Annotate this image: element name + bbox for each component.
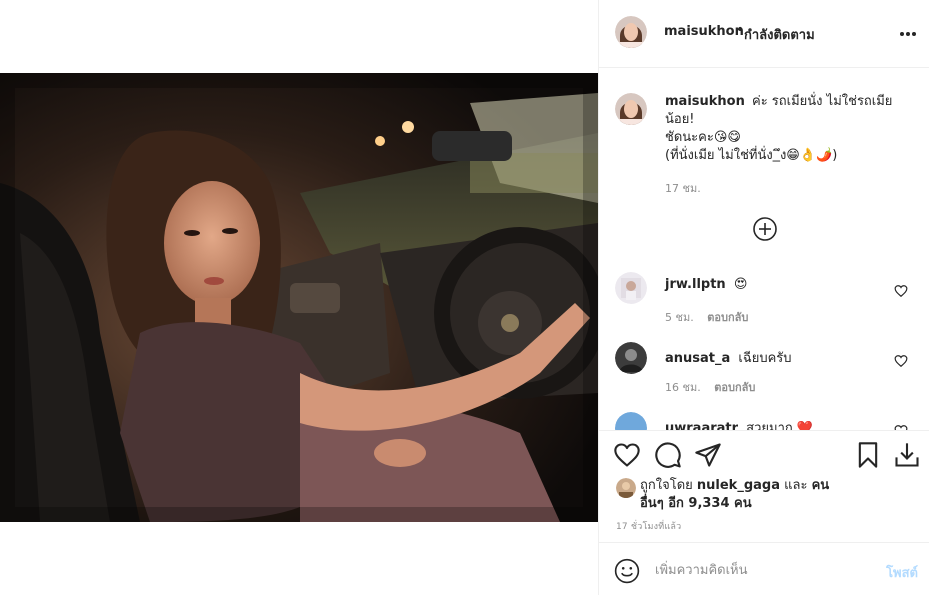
post-header: maisukhon • กำลังติดตาม: [599, 0, 929, 68]
post-caption: maisukhon ค่ะ รถเมียนั่ง ไม่ใช่รถเมียน้อ…: [665, 93, 895, 165]
comment-input[interactable]: [655, 557, 865, 583]
comment-text: jrw.llptn 😍: [665, 277, 747, 292]
comment-username[interactable]: jrw.llptn: [665, 277, 726, 292]
comment-row: anusat_a เฉียบครับ 16 ชม. ตอบกลับ: [599, 342, 929, 404]
post-timestamp: 17 ชั่วโมงที่แล้ว: [616, 522, 682, 532]
avatar[interactable]: [615, 16, 647, 48]
post-side-panel: maisukhon • กำลังติดตาม maisukhon ค่ะ รถ…: [598, 0, 929, 595]
comment-time: 5 ชม.: [665, 311, 694, 324]
post-photo[interactable]: [0, 73, 598, 522]
post-comment-button[interactable]: โพสต์: [886, 562, 918, 583]
emoji-smiley-icon[interactable]: [614, 558, 640, 584]
post-actions: ถูกใจโดย nulek_gaga และ คนอื่นๆ อีก 9,33…: [599, 430, 929, 542]
avatar[interactable]: [615, 93, 647, 125]
heart-icon[interactable]: [894, 283, 908, 298]
comment-bubble-icon[interactable]: [654, 441, 682, 469]
reply-button[interactable]: ตอบกลับ: [707, 311, 748, 324]
avatar[interactable]: [615, 272, 647, 304]
heart-icon[interactable]: [894, 423, 908, 430]
avatar[interactable]: [616, 478, 636, 498]
avatar[interactable]: [615, 342, 647, 374]
media-column: [0, 0, 598, 595]
comment-meta: 5 ชม. ตอบกลับ: [665, 308, 748, 326]
comment-body: 😍: [733, 277, 748, 292]
caption-line-3: (ที่นั่งเมีย ไม่ใช่ที่นั่ง_ึง😁👌🌶️): [665, 148, 838, 163]
heart-icon[interactable]: [894, 353, 908, 368]
comment-body: เฉียบครับ: [738, 351, 792, 366]
caption-time: 17 ชม.: [665, 182, 701, 195]
comment-username[interactable]: uwraaratr: [665, 421, 738, 430]
comments-section[interactable]: maisukhon ค่ะ รถเมียนั่ง ไม่ใช่รถเมียน้อ…: [599, 69, 929, 430]
comment-text: uwraaratr สวยมาก ❤️: [665, 417, 813, 430]
bookmark-icon[interactable]: [854, 441, 882, 469]
comment-meta: 16 ชม. ตอบกลับ: [665, 378, 755, 396]
likes-prefix: ถูกใจโดย: [640, 478, 693, 493]
avatar[interactable]: [615, 412, 647, 430]
likes-conjunction: และ: [784, 478, 808, 493]
add-comment-bar: โพสต์: [599, 542, 929, 595]
comment-text: anusat_a เฉียบครับ: [665, 347, 792, 368]
comment-row: jrw.llptn 😍 5 ชม. ตอบกลับ: [599, 272, 929, 334]
more-options-icon[interactable]: [898, 24, 918, 44]
reply-button[interactable]: ตอบกลับ: [714, 381, 755, 394]
following-button[interactable]: กำลังติดตาม: [744, 24, 815, 45]
plus-circle-icon[interactable]: [753, 217, 777, 241]
download-icon[interactable]: [893, 441, 921, 469]
caption-line-2: ชัดนะคะ😘😋: [665, 130, 741, 145]
post-author-username[interactable]: maisukhon: [664, 24, 744, 39]
comment-body: สวยมาก ❤️: [746, 421, 814, 430]
likes-text: ถูกใจโดย nulek_gaga และ คนอื่นๆ อีก 9,33…: [640, 477, 850, 513]
paper-plane-icon[interactable]: [694, 441, 722, 469]
comment-time: 16 ชม.: [665, 381, 701, 394]
caption-username[interactable]: maisukhon: [665, 94, 745, 109]
comment-username[interactable]: anusat_a: [665, 351, 730, 366]
heart-icon[interactable]: [613, 441, 641, 469]
comment-row: uwraaratr สวยมาก ❤️: [599, 412, 929, 430]
first-liker-username[interactable]: nulek_gaga: [697, 478, 780, 493]
